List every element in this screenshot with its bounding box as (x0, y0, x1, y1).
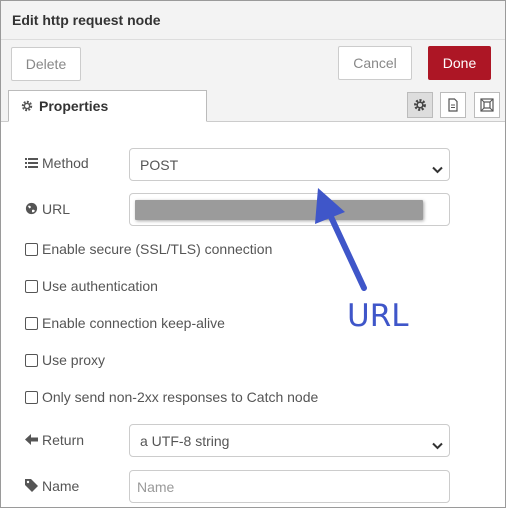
dialog-title-bar: Edit http request node (1, 1, 505, 40)
checkbox-label: Only send non-2xx responses to Catch nod… (42, 389, 319, 405)
dialog-toolbar: Delete Cancel Done (1, 40, 505, 87)
return-select[interactable]: a UTF-8 string (129, 424, 450, 457)
dialog-title: Edit http request node (12, 12, 161, 28)
done-button[interactable]: Done (428, 46, 491, 80)
method-select-value: POST (140, 157, 179, 173)
name-input[interactable]: Name (129, 470, 450, 503)
list-icon (25, 156, 38, 172)
edit-node-dialog: Edit http request node Delete Cancel Don… (0, 0, 506, 508)
tab-properties-label: Properties (39, 98, 109, 114)
tab-description[interactable] (440, 92, 466, 118)
tab-appearance[interactable] (474, 92, 500, 118)
checkbox[interactable] (25, 243, 38, 256)
checkbox[interactable] (25, 354, 38, 367)
checkbox[interactable] (25, 317, 38, 330)
delete-button[interactable]: Delete (11, 47, 81, 81)
chevron-down-icon (432, 437, 443, 453)
annotation-label: URL (347, 298, 409, 334)
tabs-bar: Properties (1, 87, 505, 122)
chevron-down-icon (432, 161, 443, 177)
method-select[interactable]: POST (129, 148, 450, 181)
name-input-placeholder: Name (137, 479, 175, 495)
url-input[interactable] (129, 193, 450, 226)
return-select-value: a UTF-8 string (140, 433, 230, 449)
tag-icon (25, 479, 38, 495)
checkbox-label: Enable secure (SSL/TLS) connection (42, 241, 273, 257)
annotation-arrow (315, 188, 367, 291)
cancel-button[interactable]: Cancel (338, 46, 412, 80)
gear-icon (21, 99, 33, 115)
checkbox[interactable] (25, 391, 38, 404)
checkbox-label: Use proxy (42, 352, 106, 368)
checkbox-label: Use authentication (42, 278, 158, 294)
tab-properties[interactable]: Properties (8, 90, 207, 122)
globe-icon (25, 202, 38, 218)
arrow-left-icon (25, 433, 38, 449)
tab-settings-gear[interactable] (407, 92, 433, 118)
checkbox-label: Enable connection keep-alive (42, 315, 225, 331)
checkbox[interactable] (25, 280, 38, 293)
